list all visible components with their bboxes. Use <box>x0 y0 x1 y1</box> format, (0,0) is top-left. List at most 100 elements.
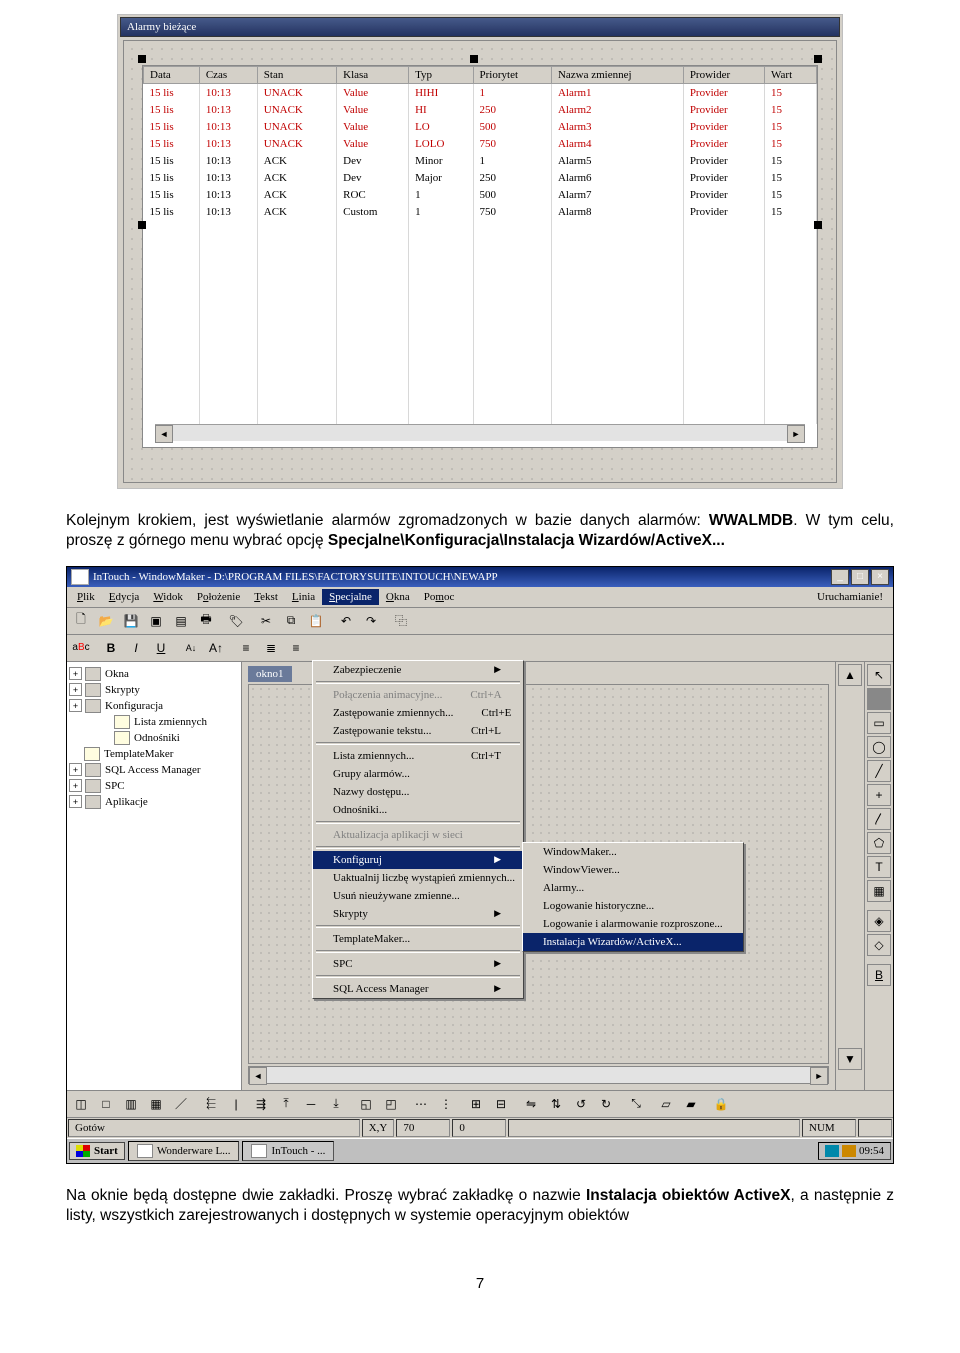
ellipse-icon[interactable]: ◯ <box>867 736 891 758</box>
bt-align-b-icon[interactable]: ⤓ <box>324 1093 348 1115</box>
bt-2-icon[interactable]: □ <box>94 1093 118 1115</box>
symbol2-icon[interactable]: ◇ <box>867 934 891 956</box>
column-header[interactable]: Priorytet <box>473 67 551 84</box>
expand-icon[interactable]: + <box>69 795 82 808</box>
tree-item[interactable]: +Konfiguracja <box>69 698 239 714</box>
menu-item[interactable]: TemplateMaker... <box>313 930 523 948</box>
canvas-hscroll[interactable]: ◄ ► <box>248 1066 829 1084</box>
menu-item[interactable]: Pomoc <box>417 589 462 605</box>
column-header[interactable]: Nazwa zmiennej <box>551 67 683 84</box>
line-icon[interactable]: ╱ <box>867 760 891 782</box>
menu-item[interactable]: Specjalne <box>322 589 379 605</box>
hscrollbar[interactable]: ◄ ► <box>155 424 805 441</box>
tray-icon[interactable] <box>842 1145 856 1157</box>
start-button[interactable]: Start <box>69 1142 125 1160</box>
italic-icon[interactable]: I <box>124 637 148 659</box>
bt-ex1-icon[interactable]: ▱ <box>654 1093 678 1115</box>
maximize-button[interactable]: □ <box>851 569 869 585</box>
bt-align-t-icon[interactable]: ⤒ <box>274 1093 298 1115</box>
menu-item[interactable]: Położenie <box>190 589 247 605</box>
cut-icon[interactable]: ✂ <box>254 610 278 632</box>
alarm-grid[interactable]: DataCzasStanKlasaTypPriorytetNazwa zmien… <box>142 65 818 448</box>
column-header[interactable]: Czas <box>199 67 257 84</box>
tree-item[interactable]: +SQL Access Manager <box>69 762 239 778</box>
menu-item[interactable]: Logowanie i alarmowanie rozproszone... <box>523 915 743 933</box>
menu-item[interactable]: Tekst <box>247 589 285 605</box>
vscrollbar[interactable]: ▲ ▼ <box>836 662 864 1090</box>
bt-back-icon[interactable]: ◰ <box>379 1093 403 1115</box>
bt-space-h-icon[interactable]: ⋯ <box>409 1093 433 1115</box>
menu-item[interactable]: Konfiguruj▶ <box>313 851 523 869</box>
copy-win-icon[interactable]: ▣ <box>144 610 168 632</box>
polygon-icon[interactable]: ⬠ <box>867 832 891 854</box>
table-row[interactable]: 15 lis10:13UNACKValueLOLO750Alarm4Provid… <box>144 135 817 152</box>
column-header[interactable]: Stan <box>257 67 336 84</box>
bt-align-r-icon[interactable]: ⇶ <box>249 1093 273 1115</box>
taskbar-task-2[interactable]: InTouch - ... <box>242 1141 334 1161</box>
table-row[interactable]: 15 lis10:13UNACKValueLO500Alarm3Provider… <box>144 118 817 135</box>
bt-3-icon[interactable]: ▥ <box>119 1093 143 1115</box>
scroll-up-icon[interactable]: ▲ <box>838 664 862 686</box>
menu-item[interactable]: WindowMaker... <box>523 843 743 861</box>
scroll-down-icon[interactable]: ▼ <box>838 1048 862 1070</box>
specjalne-menu[interactable]: Zabezpieczenie▶Połączenia animacyjne...C… <box>312 660 524 999</box>
bt-flip-v-icon[interactable]: ⇅ <box>544 1093 568 1115</box>
tree-item[interactable]: +Okna <box>69 666 239 682</box>
minimize-button[interactable]: _ <box>831 569 849 585</box>
canvas-tab[interactable]: okno1 <box>248 666 292 682</box>
table-row[interactable]: 15 lis10:13ACKDevMajor250Alarm6Provider1… <box>144 169 817 186</box>
run-link[interactable]: Uruchamianie! <box>810 589 890 605</box>
plus-icon[interactable]: + <box>867 784 891 806</box>
bt-ungroup-icon[interactable]: ⊟ <box>489 1093 513 1115</box>
menu-item[interactable]: Zastępowanie zmiennych...Ctrl+E <box>313 704 523 722</box>
undo-icon[interactable]: ↶ <box>334 610 358 632</box>
bt-align-l-icon[interactable]: ⬱ <box>199 1093 223 1115</box>
tree-item[interactable]: +Skrypty <box>69 682 239 698</box>
taskbar-task-1[interactable]: Wonderware L... <box>128 1141 240 1161</box>
menu-item[interactable]: Zastępowanie tekstu...Ctrl+L <box>313 722 523 740</box>
expand-icon[interactable]: + <box>69 683 82 696</box>
font-inc-icon[interactable]: A↑ <box>204 637 228 659</box>
bt-align-m-icon[interactable]: ─ <box>299 1093 323 1115</box>
bt-4-icon[interactable]: ▦ <box>144 1093 168 1115</box>
menu-item[interactable]: Plik <box>70 589 102 605</box>
menu-item[interactable]: Grupy alarmów... <box>313 765 523 783</box>
rect-filled-icon[interactable] <box>867 688 891 710</box>
dup-icon[interactable]: ⿻ <box>389 610 413 632</box>
pointer-icon[interactable]: ↖ <box>867 664 891 686</box>
bt-5-icon[interactable]: ／ <box>169 1093 193 1115</box>
table-row[interactable]: 15 lis10:13ACKCustom1750Alarm8Provider15 <box>144 203 817 220</box>
menu-item[interactable]: Odnośniki... <box>313 801 523 819</box>
menu-item[interactable]: SQL Access Manager▶ <box>313 980 523 998</box>
bt-lock-icon[interactable]: 🔒 <box>709 1093 733 1115</box>
menu-item[interactable]: Instalacja Wizardów/ActiveX... <box>523 933 743 951</box>
bt-rotate-l-icon[interactable]: ↺ <box>569 1093 593 1115</box>
column-header[interactable]: Typ <box>409 67 473 84</box>
close-button[interactable]: × <box>871 569 889 585</box>
rect-icon[interactable]: ▭ <box>867 712 891 734</box>
column-header[interactable]: Prowider <box>683 67 764 84</box>
bt-front-icon[interactable]: ◱ <box>354 1093 378 1115</box>
menu-item[interactable]: Zabezpieczenie▶ <box>313 661 523 679</box>
menu-item[interactable]: Nazwy dostępu... <box>313 783 523 801</box>
font-dec-icon[interactable]: A↓ <box>179 637 203 659</box>
bt-1-icon[interactable]: ◫ <box>69 1093 93 1115</box>
tree-item[interactable]: Odnośniki <box>69 730 239 746</box>
text-icon[interactable]: T <box>867 856 891 878</box>
konfiguruj-submenu[interactable]: WindowMaker...WindowViewer...Alarmy...Lo… <box>522 842 744 952</box>
save-icon[interactable]: 💾 <box>119 610 143 632</box>
align-right-icon[interactable]: ≡ <box>284 637 308 659</box>
column-header[interactable]: Data <box>144 67 200 84</box>
copy-icon[interactable]: ⧉ <box>279 610 303 632</box>
menu-item[interactable]: Edycja <box>102 589 147 605</box>
align-left-icon[interactable]: ≡ <box>234 637 258 659</box>
table-row[interactable]: 15 lis10:13UNACKValueHI250Alarm2Provider… <box>144 101 817 118</box>
tray-icon[interactable] <box>825 1145 839 1157</box>
menu-item[interactable]: WindowViewer... <box>523 861 743 879</box>
table-row[interactable]: 15 lis10:13UNACKValueHIHI1Alarm1Provider… <box>144 84 817 102</box>
menu-item[interactable]: Uaktualnij liczbę wystąpień zmiennych... <box>313 869 523 887</box>
bt-resize-icon[interactable]: ⤡ <box>624 1093 648 1115</box>
system-tray[interactable]: 09:54 <box>818 1142 891 1160</box>
bt-flip-h-icon[interactable]: ⇋ <box>519 1093 543 1115</box>
scroll-left-icon[interactable]: ◄ <box>155 425 173 443</box>
